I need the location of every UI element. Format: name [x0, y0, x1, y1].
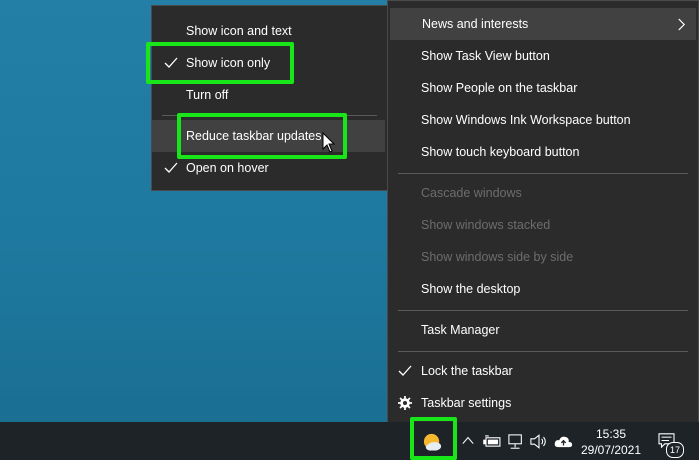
submenu-item-label: Show icon only — [186, 56, 271, 70]
gear-icon — [398, 396, 412, 410]
menu-item-label: Lock the taskbar — [421, 364, 513, 378]
battery-icon[interactable] — [483, 435, 502, 448]
menu-separator — [398, 173, 688, 174]
volume-icon[interactable] — [530, 434, 548, 449]
news-interests-submenu: Show icon and text Show icon only Turn o… — [151, 5, 388, 191]
menu-item-show-the-desktop[interactable]: Show the desktop — [388, 273, 698, 305]
menu-separator — [398, 310, 688, 311]
menu-item-news-and-interests[interactable]: News and interests — [390, 8, 696, 40]
submenu-item-show-icon-and-text[interactable]: Show icon and text — [152, 15, 387, 47]
menu-item-task-manager[interactable]: Task Manager — [388, 314, 698, 346]
weather-icon[interactable] — [422, 432, 443, 453]
checkmark-icon — [164, 57, 178, 68]
clock-date: 29/07/2021 — [580, 443, 642, 457]
menu-item-label: Show windows stacked — [421, 218, 551, 232]
submenu-item-show-icon-only[interactable]: Show icon only — [152, 47, 387, 79]
submenu-item-label: Show icon and text — [186, 24, 292, 38]
submenu-item-reduce-taskbar-updates[interactable]: Reduce taskbar updates — [152, 120, 385, 152]
menu-item-label: Taskbar settings — [421, 396, 512, 410]
menu-item-show-people[interactable]: Show People on the taskbar — [388, 72, 698, 104]
taskbar-clock[interactable]: 15:35 29/07/2021 — [580, 426, 642, 458]
checkmark-icon — [164, 162, 178, 173]
menu-item-label: Show touch keyboard button — [421, 145, 580, 159]
menu-item-cascade-windows[interactable]: Cascade windows — [388, 177, 698, 209]
notification-count-badge: 17 — [666, 442, 684, 458]
cloud-upload-icon[interactable] — [554, 435, 573, 449]
menu-item-label: Task Manager — [421, 323, 500, 337]
notification-center-button[interactable]: 17 — [655, 431, 684, 458]
menu-item-lock-the-taskbar[interactable]: Lock the taskbar — [388, 355, 698, 387]
taskbar-context-menu: News and interests Show Task View button… — [387, 0, 699, 428]
chevron-up-icon[interactable] — [462, 435, 474, 447]
menu-item-show-task-view-button[interactable]: Show Task View button — [388, 40, 698, 72]
menu-item-show-touch-keyboard[interactable]: Show touch keyboard button — [388, 136, 698, 168]
menu-item-label: Show the desktop — [421, 282, 521, 296]
menu-item-label: Show Task View button — [421, 49, 550, 63]
menu-item-taskbar-settings[interactable]: Taskbar settings — [388, 387, 698, 419]
menu-separator — [398, 351, 688, 352]
submenu-item-label: Reduce taskbar updates — [186, 129, 322, 143]
menu-item-show-windows-stacked[interactable]: Show windows stacked — [388, 209, 698, 241]
submenu-item-open-on-hover[interactable]: Open on hover — [152, 152, 387, 184]
submenu-item-label: Turn off — [186, 88, 229, 102]
mouse-cursor-icon — [322, 132, 336, 153]
clock-time: 15:35 — [595, 427, 627, 441]
submenu-item-turn-off[interactable]: Turn off — [152, 79, 387, 111]
network-icon[interactable] — [507, 434, 525, 450]
menu-item-label: Show Windows Ink Workspace button — [421, 113, 631, 127]
chevron-right-icon — [678, 18, 686, 31]
menu-item-label: Show People on the taskbar — [421, 81, 578, 95]
submenu-item-label: Open on hover — [186, 161, 269, 175]
menu-item-label: News and interests — [422, 17, 529, 31]
submenu-separator — [162, 115, 377, 116]
checkmark-icon — [398, 365, 412, 376]
menu-item-show-windows-side-by-side[interactable]: Show windows side by side — [388, 241, 698, 273]
menu-item-show-windows-ink[interactable]: Show Windows Ink Workspace button — [388, 104, 698, 136]
menu-item-label: Cascade windows — [421, 186, 522, 200]
menu-item-label: Show windows side by side — [421, 250, 574, 264]
